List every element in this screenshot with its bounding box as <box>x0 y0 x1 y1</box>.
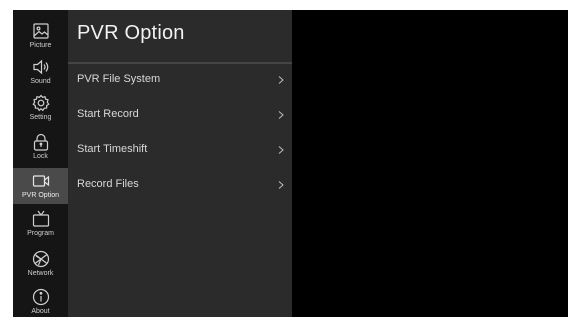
sidebar-item-lock[interactable]: Lock <box>13 129 68 165</box>
menu-panel: PVR Option PVR File System Start Record … <box>68 10 292 317</box>
sidebar-item-label: Program <box>27 230 54 237</box>
menu-item-label: Record Files <box>77 178 139 190</box>
chevron-right-icon <box>278 146 284 154</box>
sidebar-item-label: About <box>31 308 50 315</box>
lock-icon <box>33 133 48 151</box>
sidebar-item-label: Sound <box>30 78 51 85</box>
sidebar-item-label: Setting <box>29 114 52 121</box>
menu-item-pvr-file-system[interactable]: PVR File System <box>68 65 292 95</box>
tv-screen: Picture Sound Setting Lock PVR Option Pr… <box>13 10 568 317</box>
menu-item-label: Start Record <box>77 108 139 120</box>
menu-item-start-record[interactable]: Start Record <box>68 100 292 130</box>
sidebar-item-sound[interactable]: Sound <box>13 54 68 90</box>
sidebar-item-program[interactable]: Program <box>13 206 68 242</box>
sidebar-item-setting[interactable]: Setting <box>13 90 68 126</box>
sidebar: Picture Sound Setting Lock PVR Option Pr… <box>13 10 68 317</box>
sidebar-item-network[interactable]: Network <box>13 246 68 282</box>
sidebar-item-label: Picture <box>29 42 52 49</box>
chevron-right-icon <box>278 181 284 189</box>
chevron-right-icon <box>278 111 284 119</box>
gear-icon <box>31 94 50 112</box>
sidebar-item-label: PVR Option <box>22 192 59 199</box>
video-preview <box>292 10 568 317</box>
tv-icon <box>32 210 49 227</box>
sidebar-item-picture[interactable]: Picture <box>13 18 68 54</box>
sidebar-item-pvr-option[interactable]: PVR Option <box>13 168 68 204</box>
video-camera-icon <box>32 175 49 187</box>
menu-item-label: PVR File System <box>77 73 161 85</box>
title-divider <box>68 62 292 64</box>
globe-icon <box>32 250 49 268</box>
page-title: PVR Option <box>77 22 185 44</box>
menu-item-label: Start Timeshift <box>77 143 148 155</box>
info-icon <box>32 288 49 306</box>
chevron-right-icon <box>278 76 284 84</box>
sidebar-item-label: Network <box>27 270 54 277</box>
speaker-icon <box>32 59 48 75</box>
picture-icon <box>32 23 49 39</box>
sidebar-item-about[interactable]: About <box>13 284 68 317</box>
sidebar-item-label: Lock <box>33 153 48 160</box>
menu-item-record-files[interactable]: Record Files <box>68 170 292 200</box>
menu-item-start-timeshift[interactable]: Start Timeshift <box>68 135 292 165</box>
